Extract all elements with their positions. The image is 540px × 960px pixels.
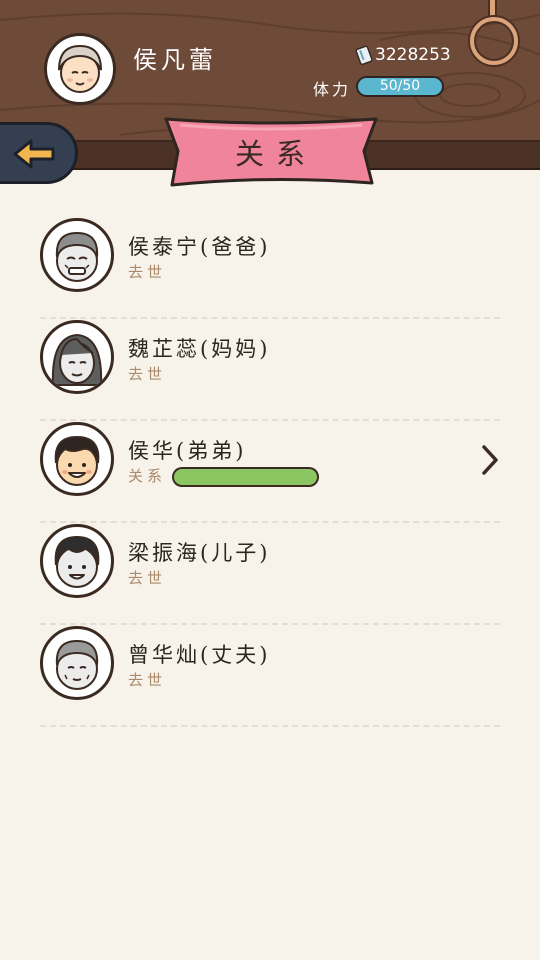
title-ribbon: 关系 xyxy=(160,113,380,189)
relationship-bar xyxy=(172,467,319,487)
relation-row-husband[interactable]: 曾华灿(丈夫) 去世 xyxy=(40,625,500,727)
relation-avatar xyxy=(40,422,114,496)
stamina-bar: 50/50 xyxy=(356,76,444,97)
relation-name: 侯华(弟弟) xyxy=(128,439,247,463)
relation-status: 去世 xyxy=(128,365,167,383)
relation-row-son[interactable]: 梁振海(儿子) 去世 xyxy=(40,523,500,625)
player-name: 侯凡蕾 xyxy=(133,46,217,74)
money-amount: 3228253 xyxy=(375,45,451,65)
stamina-label: 体力 xyxy=(313,80,352,99)
relation-status: 关系 xyxy=(128,467,167,485)
relation-row-father[interactable]: 侯泰宁(爸爸) 去世 xyxy=(40,217,500,319)
relation-avatar xyxy=(40,320,114,394)
relations-list: 侯泰宁(爸爸) 去世 魏芷蕊(妈妈) 去世 侯华(弟弟) 关系 梁振海(儿子) … xyxy=(40,217,500,727)
relation-status: 去世 xyxy=(128,569,167,587)
chevron-right-icon[interactable] xyxy=(480,443,500,477)
back-button[interactable] xyxy=(0,122,78,184)
player-avatar[interactable] xyxy=(44,33,116,105)
relation-name: 侯泰宁(爸爸) xyxy=(128,235,271,259)
relation-avatar xyxy=(40,524,114,598)
relation-avatar xyxy=(40,626,114,700)
relation-status: 去世 xyxy=(128,671,167,689)
back-arrow-icon xyxy=(13,139,55,169)
relation-row-mother[interactable]: 魏芷蕊(妈妈) 去世 xyxy=(40,319,500,421)
relation-row-brother[interactable]: 侯华(弟弟) 关系 xyxy=(40,421,500,523)
relation-status: 去世 xyxy=(128,263,167,281)
relation-name: 曾华灿(丈夫) xyxy=(128,643,271,667)
hanging-ring-icon[interactable] xyxy=(470,17,518,65)
relation-avatar xyxy=(40,218,114,292)
money-note-icon xyxy=(355,45,373,65)
page-title: 关系 xyxy=(234,137,317,171)
relationship-bar-fill xyxy=(174,469,317,485)
relation-name: 魏芷蕊(妈妈) xyxy=(128,337,271,361)
relation-name: 梁振海(儿子) xyxy=(128,541,271,565)
